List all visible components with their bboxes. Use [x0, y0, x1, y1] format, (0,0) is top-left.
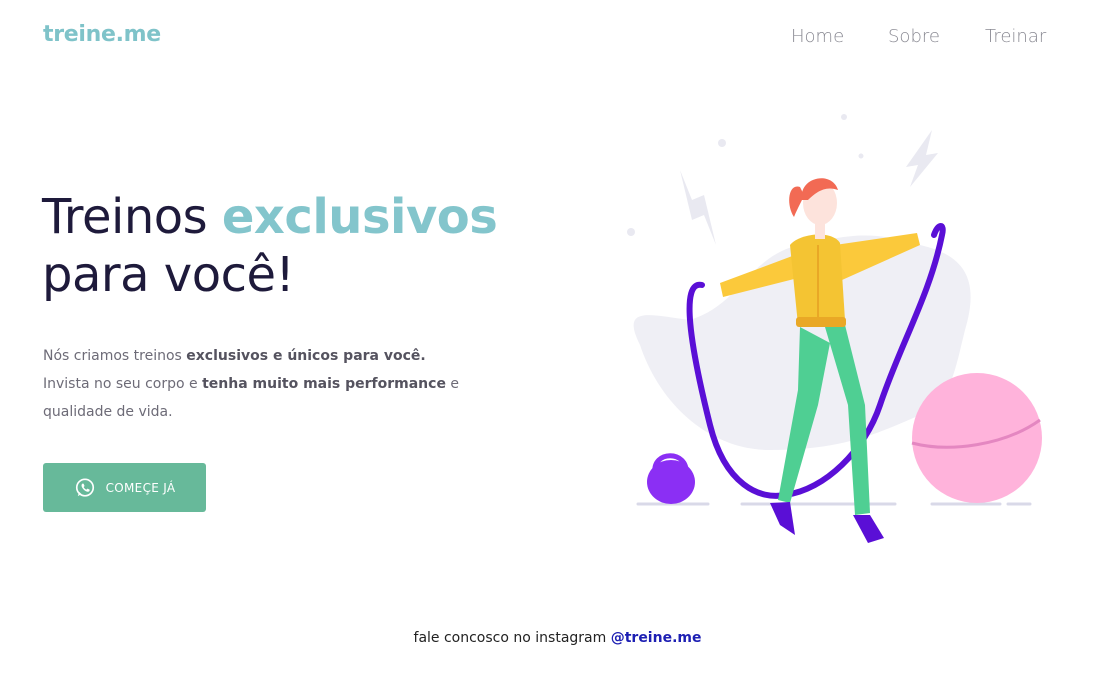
- hero-title: Treinos exclusivos para você!: [42, 188, 498, 304]
- hero-text-line1-bold: exclusivos e únicos para você.: [186, 348, 426, 364]
- hero-text-line3: qualidade de vida.: [43, 404, 173, 420]
- hero-text-line2-end: e: [445, 376, 460, 392]
- instagram-link[interactable]: @treine.me: [611, 630, 702, 646]
- hero-title-part1: Treinos: [42, 189, 208, 245]
- hero-text-line2: Invista no seu corpo e: [43, 376, 203, 392]
- footer-text: fale concosco no instagram: [413, 630, 611, 646]
- nav-home[interactable]: Home: [791, 26, 844, 47]
- whatsapp-icon: [74, 477, 96, 499]
- hero-illustration: [620, 105, 1060, 555]
- start-now-button[interactable]: COMEÇE JÁ: [43, 463, 206, 512]
- hero-title-part2: para você!: [42, 247, 295, 303]
- hero-description: Nós criamos treinos exclusivos e únicos …: [43, 342, 463, 426]
- main-nav: Home Sobre Treinar: [0, 26, 1115, 50]
- start-now-label: COMEÇE JÁ: [105, 480, 176, 495]
- hero-text-line2-bold: tenha muito mais performance: [202, 376, 446, 392]
- footer: fale concosco no instagram @treine.me: [0, 630, 1115, 646]
- nav-sobre[interactable]: Sobre: [888, 26, 940, 47]
- hero-text-line1: Nós criamos treinos: [43, 348, 187, 364]
- nav-treinar[interactable]: Treinar: [985, 26, 1046, 47]
- hero-title-accent: exclusivos: [221, 189, 498, 245]
